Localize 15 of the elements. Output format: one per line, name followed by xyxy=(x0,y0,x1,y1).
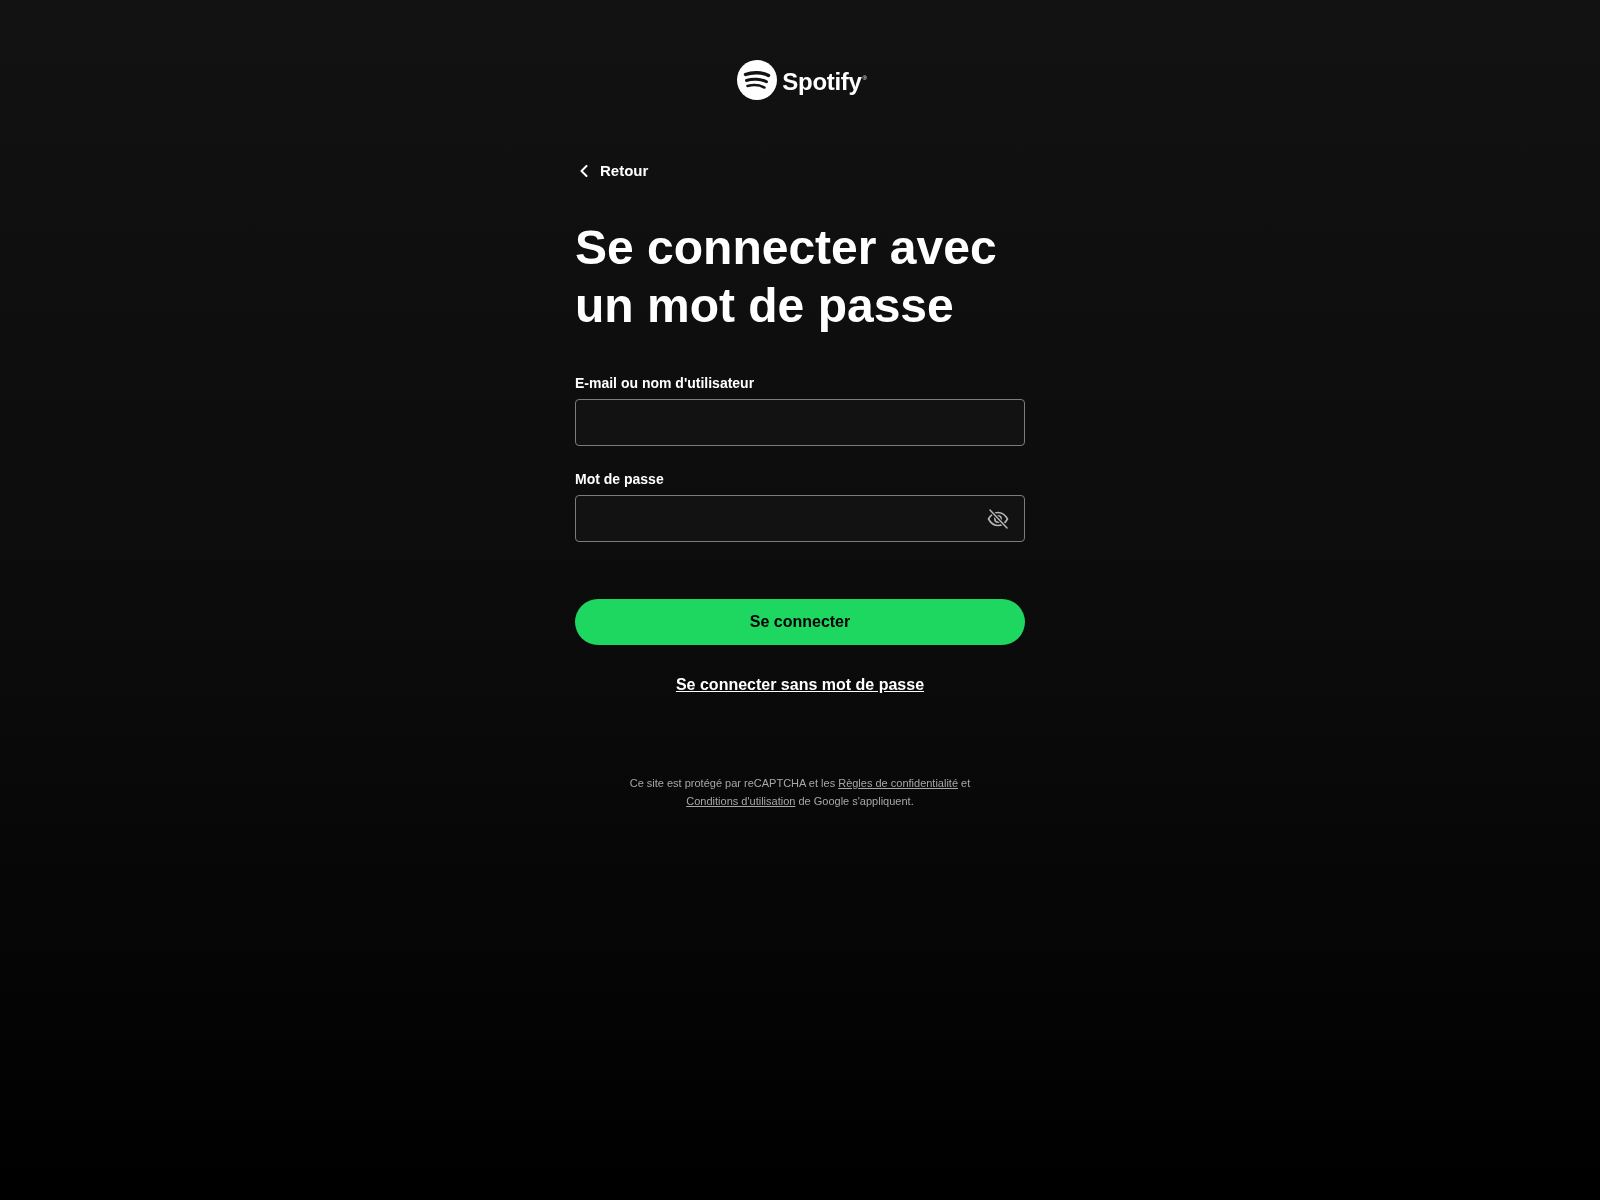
field-label: Mot de passe xyxy=(575,470,664,489)
logo-icon xyxy=(737,60,778,100)
chevron-left-icon xyxy=(580,165,588,177)
recaptcha-notice: Ce site est protégé par reCAPTCHA et les Règles de confidentialité et Conditions d'utilisation de Google s'appliquent. xyxy=(628,776,972,809)
login-button[interactable]: Se connecter xyxy=(575,599,1025,645)
password-field[interactable] xyxy=(575,495,1025,542)
legal-link[interactable]: Règles de confidentialité xyxy=(838,777,959,789)
logo-wordmark: Spotify$^{®}$ xyxy=(782,67,867,96)
back-link[interactable]: Retour xyxy=(575,162,649,180)
eye-slash-icon[interactable] xyxy=(986,506,1010,531)
email-field[interactable] xyxy=(575,399,1025,446)
passwordless-login-link[interactable]: Se connecter sans mot de passe xyxy=(675,675,925,695)
field-label: E-mail ou nom d'utilisateur xyxy=(575,374,755,393)
legal-link[interactable]: Conditions d'utilisation xyxy=(686,795,796,807)
page-heading: Se connecter avec un mot de passe xyxy=(575,220,998,334)
